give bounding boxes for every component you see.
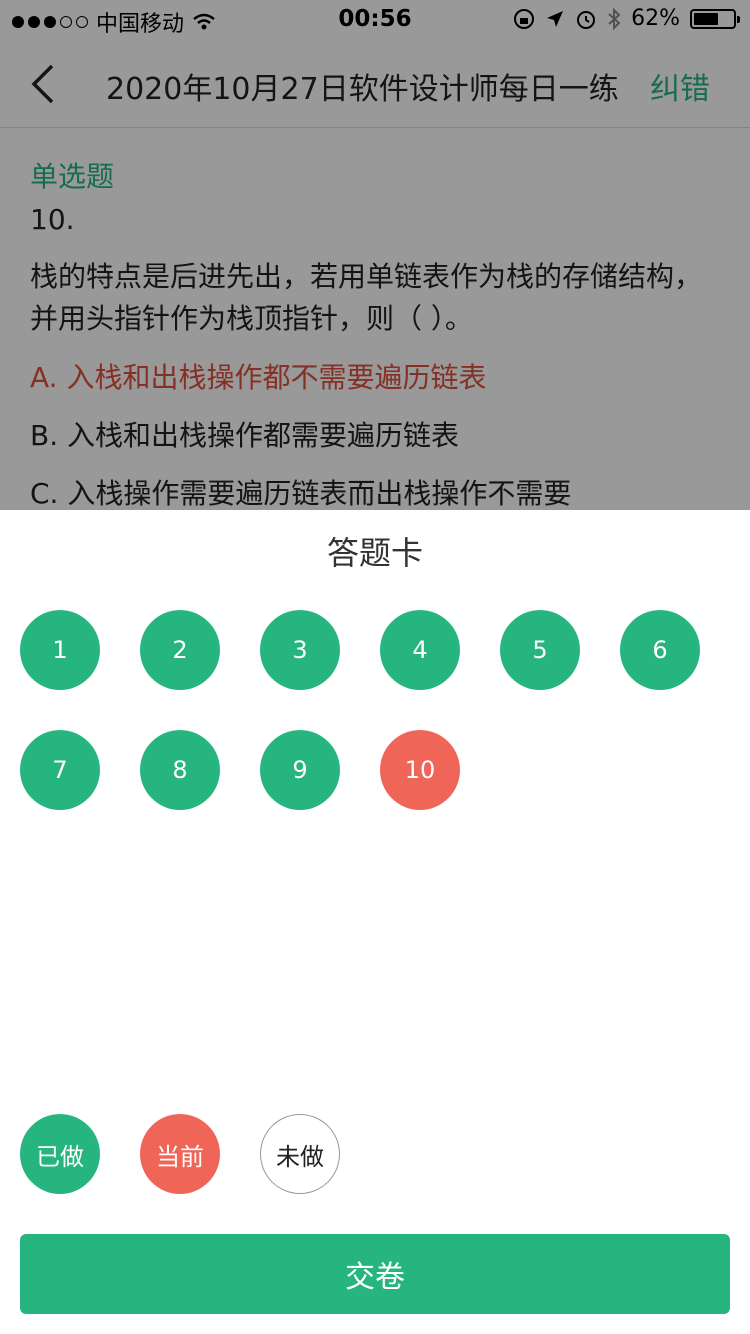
question-5-button[interactable]: 5 xyxy=(500,610,580,690)
legend-todo: 未做 xyxy=(260,1114,340,1194)
question-3-button[interactable]: 3 xyxy=(260,610,340,690)
question-9-button[interactable]: 9 xyxy=(260,730,340,810)
modal-overlay[interactable] xyxy=(0,0,750,510)
question-2-button[interactable]: 2 xyxy=(140,610,220,690)
legend-current: 当前 xyxy=(140,1114,220,1194)
question-7-button[interactable]: 7 xyxy=(20,730,100,810)
legend-done: 已做 xyxy=(20,1114,100,1194)
submit-button[interactable]: 交卷 xyxy=(20,1234,730,1314)
question-1-button[interactable]: 1 xyxy=(20,610,100,690)
answer-card-sheet: 答题卡 1 2 3 4 5 6 7 8 9 10 已做 当前 未做 交卷 xyxy=(0,510,750,1334)
answer-card-title: 答题卡 xyxy=(326,534,423,572)
question-6-button[interactable]: 6 xyxy=(620,610,700,690)
question-4-button[interactable]: 4 xyxy=(380,610,460,690)
question-10-button[interactable]: 10 xyxy=(380,730,460,810)
question-8-button[interactable]: 8 xyxy=(140,730,220,810)
